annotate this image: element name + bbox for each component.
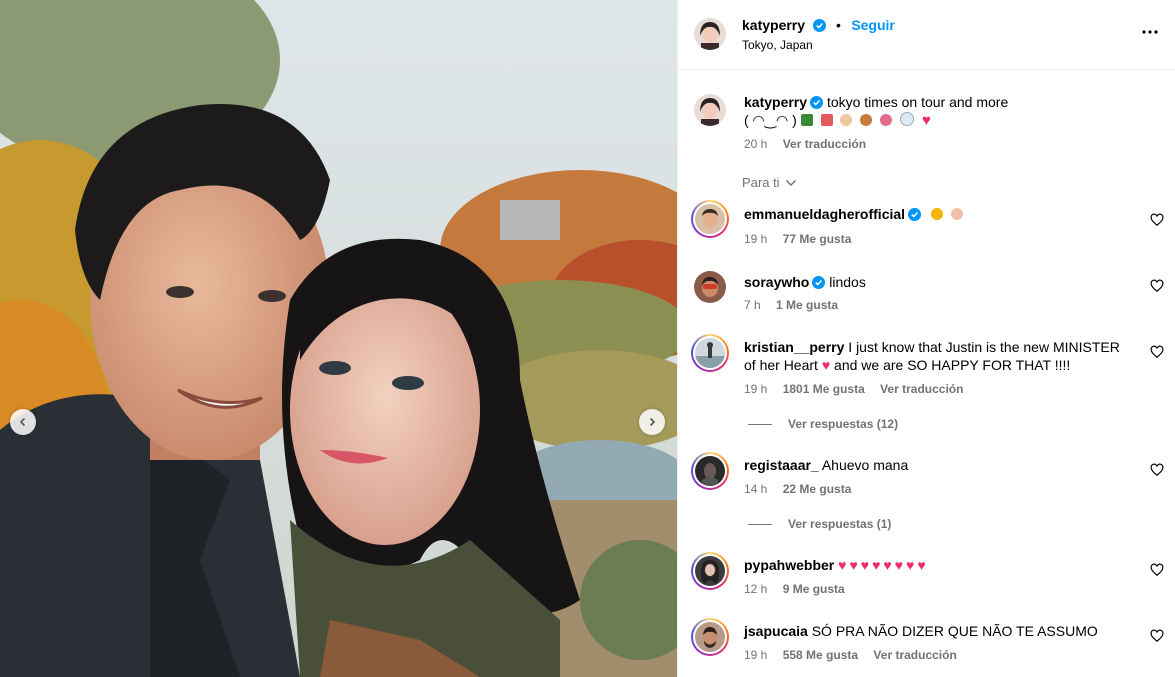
comment-likes[interactable]: 558 Me gusta <box>783 648 858 662</box>
post-location[interactable]: Tokyo, Japan <box>742 38 813 52</box>
commenter-avatar[interactable] <box>695 556 725 586</box>
praying-hands-emoji-icon <box>950 208 963 220</box>
story-ring[interactable] <box>691 334 729 372</box>
caption-translate-link[interactable]: Ver traducción <box>783 137 866 151</box>
caption-text-line2: ( ◠‿◠ ) <box>744 112 797 128</box>
heart-emoji-icon: ♥ <box>922 112 931 129</box>
comment-likes[interactable]: 1801 Me gusta <box>783 382 865 396</box>
snowman-emoji-icon <box>900 112 915 126</box>
replies-divider <box>748 424 772 426</box>
commenter-avatar[interactable] <box>694 271 726 303</box>
like-heart-icon[interactable] <box>1150 345 1164 359</box>
comment-sort[interactable]: Para ti <box>678 175 1175 193</box>
like-heart-icon[interactable] <box>1150 463 1164 477</box>
comment-likes[interactable]: 77 Me gusta <box>783 232 852 246</box>
post-caption: katyperry tokyo times on tour and more (… <box>678 92 1175 162</box>
comment-item: emmanueldagherofficial 19 h 77 Me gusta <box>678 200 1175 256</box>
separator-dot: • <box>835 17 841 33</box>
comment-username[interactable]: jsapucaia <box>744 623 808 639</box>
comment-text: lindos <box>829 274 866 290</box>
follow-button[interactable]: Seguir <box>851 17 895 33</box>
previous-photo-button[interactable] <box>10 409 36 435</box>
commenter-avatar[interactable] <box>695 204 725 234</box>
comment-item: kristian__perry I just know that Justin … <box>678 334 1175 434</box>
comment-username[interactable]: pypahwebber <box>744 557 834 573</box>
caption-emoji: ♥ <box>800 112 931 129</box>
comment-time: 7 h <box>744 298 761 312</box>
view-replies-button[interactable]: Ver respuestas (12) <box>748 417 898 431</box>
comment-translate-link[interactable]: Ver traducción <box>873 648 956 662</box>
author-username[interactable]: katyperry <box>742 17 805 33</box>
caption-username[interactable]: katyperry <box>744 94 807 110</box>
comment-item: soraywho lindos 7 h 1 Me gusta <box>678 268 1175 324</box>
view-replies-label[interactable]: Ver respuestas (1) <box>788 517 891 531</box>
view-replies-button[interactable]: Ver respuestas (1) <box>748 517 891 531</box>
gyoza-emoji-icon <box>840 114 853 126</box>
story-ring[interactable] <box>691 452 729 490</box>
comment-time: 19 h <box>744 648 768 662</box>
post-header: katyperry • Seguir Tokyo, Japan <box>678 0 1175 70</box>
comment-translate-link[interactable]: Ver traducción <box>880 382 963 396</box>
verified-badge-icon <box>908 208 922 221</box>
chevron-down-icon[interactable] <box>785 178 797 188</box>
sun-emoji-icon <box>930 208 943 220</box>
hearts-emoji-group: ♥ ♥ ♥ ♥ ♥ ♥ ♥ ♥ <box>838 557 926 573</box>
comment-item: registaaar_ Ahuevo mana 14 h 22 Me gusta… <box>678 452 1175 532</box>
bento-emoji-icon <box>860 114 873 126</box>
caption-text-line1: tokyo times on tour and more <box>826 94 1009 110</box>
sort-label[interactable]: Para ti <box>742 175 780 190</box>
comment-time: 14 h <box>744 482 768 496</box>
bouquet-emoji-icon <box>880 114 893 126</box>
comment-username[interactable]: emmanueldagherofficial <box>744 206 905 222</box>
verified-badge-icon <box>810 96 824 109</box>
comment-text: Ahuevo mana <box>821 457 909 473</box>
story-ring[interactable] <box>691 552 729 590</box>
comment-username[interactable]: soraywho <box>744 274 809 290</box>
selfie-photo <box>0 0 677 677</box>
caption-avatar[interactable] <box>694 94 726 126</box>
commenter-avatar[interactable] <box>695 622 725 652</box>
comment-item: jsapucaia SÓ PRA NÃO DIZER QUE NÃO TE AS… <box>678 618 1175 674</box>
tree-emoji-icon <box>800 114 813 126</box>
verified-badge-icon <box>812 19 826 32</box>
heart-emoji-icon: ♥ <box>821 357 831 373</box>
verified-badge-icon <box>812 276 826 289</box>
sushi-emoji-icon <box>820 114 833 126</box>
comment-time: 19 h <box>744 382 768 396</box>
caption-time: 20 h <box>744 137 768 151</box>
comment-item: pypahwebber ♥ ♥ ♥ ♥ ♥ ♥ ♥ ♥ 12 h 9 Me gusta <box>678 552 1175 608</box>
comment-likes[interactable]: 22 Me gusta <box>783 482 852 496</box>
replies-divider <box>748 524 772 526</box>
comment-username[interactable]: registaaar_ <box>744 457 819 473</box>
comment-text-continued: and we are SO HAPPY FOR THAT !!!! <box>830 357 1071 373</box>
comment-likes[interactable]: 9 Me gusta <box>783 582 845 596</box>
comment-time: 19 h <box>744 232 768 246</box>
author-avatar[interactable] <box>694 18 726 50</box>
comment-likes[interactable]: 1 Me gusta <box>776 298 838 312</box>
comment-time: 12 h <box>744 582 768 596</box>
post-photo[interactable] <box>0 0 677 677</box>
instagram-post: katyperry • Seguir Tokyo, Japan katyperr… <box>0 0 1175 677</box>
view-replies-label[interactable]: Ver respuestas (12) <box>788 417 898 431</box>
next-photo-button[interactable] <box>639 409 665 435</box>
commenter-avatar[interactable] <box>695 338 725 368</box>
comment-text: SÓ PRA NÃO DIZER QUE NÃO TE ASSUMO <box>811 623 1098 639</box>
comment-username[interactable]: kristian__perry <box>744 339 844 355</box>
commenter-avatar[interactable] <box>695 456 725 486</box>
like-heart-icon[interactable] <box>1150 279 1164 293</box>
like-heart-icon[interactable] <box>1150 629 1164 643</box>
like-heart-icon[interactable] <box>1150 213 1164 227</box>
chevron-right-icon <box>649 417 656 427</box>
story-ring[interactable] <box>691 200 729 238</box>
more-options-icon[interactable] <box>1140 22 1160 42</box>
like-heart-icon[interactable] <box>1150 563 1164 577</box>
chevron-left-icon <box>19 417 26 427</box>
post-side-panel: katyperry • Seguir Tokyo, Japan katyperr… <box>677 0 1175 677</box>
story-ring[interactable] <box>691 618 729 656</box>
